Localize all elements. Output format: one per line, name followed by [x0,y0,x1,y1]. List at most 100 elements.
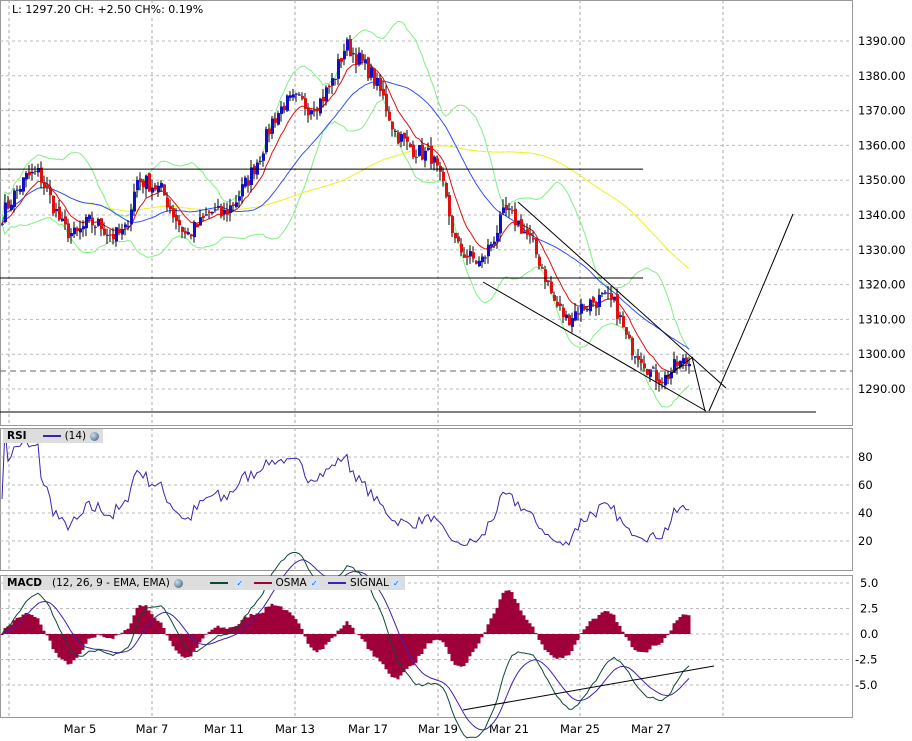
price-axis-label: 1340.00 [858,208,906,222]
settings-icon[interactable] [173,578,183,588]
candle-body [382,88,385,96]
signal-label: SIGNAL [350,577,389,589]
candle-body [355,54,358,66]
candle-body [619,315,622,318]
trading-chart[interactable]: Mar 5 Mar 7 Mar 11 Mar 13 Mar 17 Mar 19 Mar 21… [0,0,912,741]
candle-body [67,223,70,239]
candle-body [520,219,523,234]
candle-body [655,369,658,382]
osma-bar [168,634,172,641]
candle-body [577,313,580,315]
candle-body [103,228,106,235]
candle-body [292,94,295,98]
osma-bar [165,634,169,636]
candle-body [403,132,406,139]
candle-body [412,144,415,158]
osma-bar [297,623,301,634]
candle-body [85,216,88,229]
osma-bar [564,634,568,656]
candle-body [112,234,115,240]
candle-body [283,105,286,111]
osma-bar [462,634,466,667]
candle-body [544,269,547,283]
candle-body [682,358,685,364]
candle-body [622,316,625,328]
candle-body [100,218,103,230]
settings-icon[interactable] [90,431,100,441]
x-axis-label: Mar 11 [204,722,244,736]
osma-bar [363,634,367,642]
osma-bar [318,634,322,650]
candle-body [220,206,223,217]
candle-body [349,38,352,57]
fast-moving-average [1,61,690,373]
candle-body [175,214,178,222]
macd-checkbox-icon[interactable]: ✓ [235,578,245,588]
osma-bar [117,634,121,635]
osma-bar [465,634,469,663]
osma-bar [120,632,124,634]
osma-bar [72,634,76,661]
candle-body [529,232,532,236]
osma-bar [438,634,442,641]
osma-bar [567,634,571,656]
rsi-line [1,428,690,547]
candle-body [214,209,217,211]
osma-bar [360,634,364,640]
osma-bar [471,634,475,652]
osma-bar [627,634,631,641]
candle-body [496,232,499,242]
osma-bar [60,634,64,660]
osma-bar [561,634,565,659]
candle-body [145,175,148,190]
osma-bar [192,634,196,651]
osma-bar [414,634,418,663]
signal-checkbox-icon[interactable]: ✓ [391,578,401,588]
price-readout: L: 1297.20 CH: +2.50 CH%: 0.19% [12,3,204,16]
osma-bar [681,614,685,634]
lower-band [1,99,690,408]
candle-body [415,156,418,158]
price-axis-label: 1350.00 [858,173,906,187]
osma-bar [201,634,205,639]
candle-body [1,223,4,225]
osma-bar [261,612,265,634]
osma-bar [675,620,679,634]
candle-body [166,197,169,208]
osma-bar [207,631,211,634]
candle-body [154,185,157,190]
candle-body [457,236,460,242]
rsi-axis-label: 40 [858,506,873,520]
rsi-swatch [42,435,61,437]
candle-body [43,182,46,188]
candle-body [97,218,100,226]
candle-body [580,303,583,314]
osma-bar [150,614,154,634]
osma-checkbox-icon[interactable]: ✓ [309,578,319,588]
osma-bar [90,634,94,638]
osma-bar [648,634,652,650]
candle-body [217,205,220,208]
candle-body [127,225,130,227]
candle-body [646,369,649,375]
candle-body [91,217,94,226]
osma-bar [609,613,613,634]
candle-body [19,188,22,192]
osma-bar [459,634,463,667]
osma-bar [174,634,178,651]
osma-bar [576,634,580,641]
osma-bar [81,634,85,650]
candle-body [454,232,457,239]
osma-bar [36,618,40,634]
osma-bar [630,634,634,648]
candle-body [499,214,502,234]
osma-bar [48,634,52,641]
candle-body [151,187,154,193]
upper-band [1,20,690,351]
candle-body [106,234,109,236]
osma-bar [489,618,493,634]
candle-body [490,244,493,247]
osma-bar [66,634,70,665]
candle-body [427,148,430,150]
candle-body [64,216,67,225]
